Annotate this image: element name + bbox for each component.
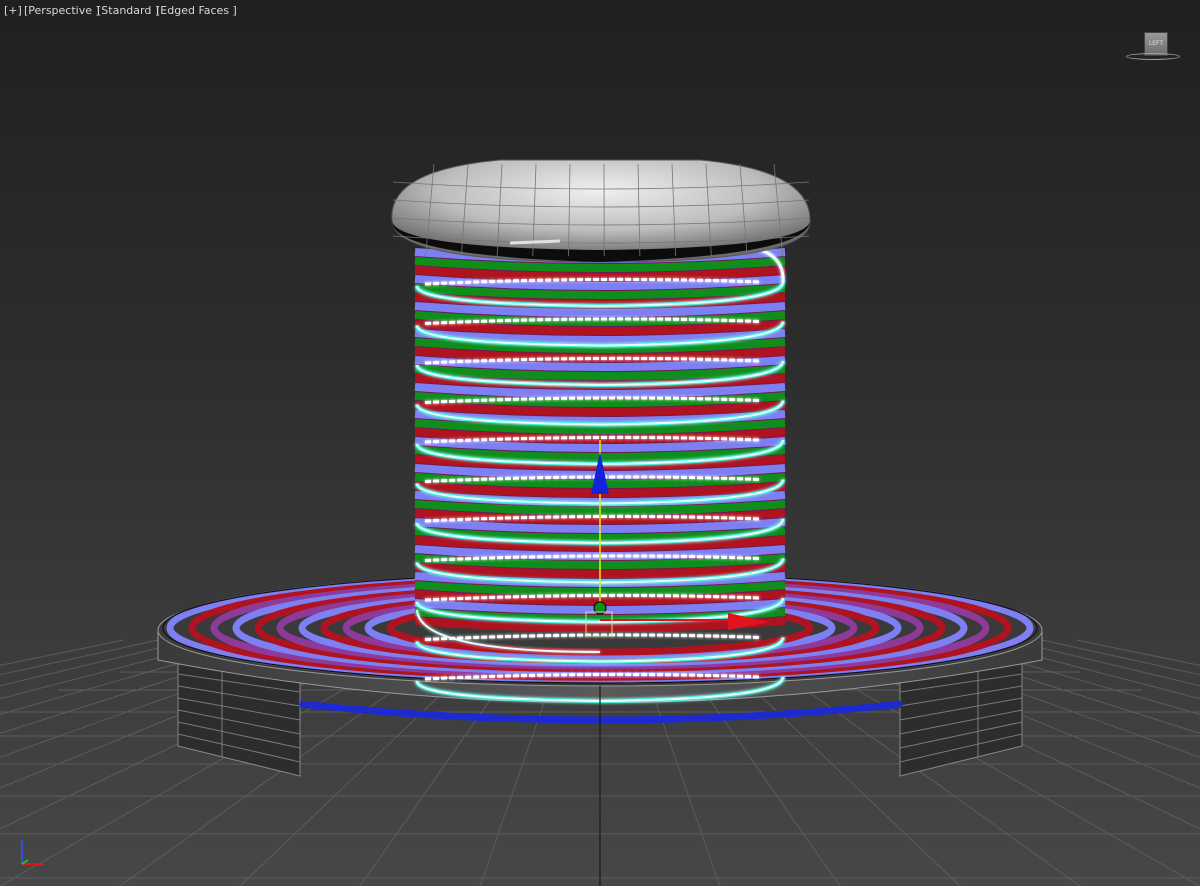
axis-tripod-icon	[21, 840, 44, 865]
cap-highlight-segment	[509, 239, 561, 245]
grid-line-radial	[1041, 639, 1200, 676]
top-cap[interactable]	[391, 159, 811, 263]
perspective-viewport[interactable]: [+] [Perspective ] [Standard ] [Edged Fa…	[0, 0, 1200, 886]
grid-line-radial	[1007, 639, 1200, 687]
scene-canvas[interactable]	[0, 0, 1200, 886]
